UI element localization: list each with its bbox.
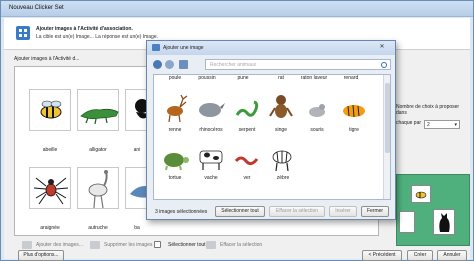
cell-label: ver [243, 175, 251, 181]
scrollbar[interactable] [383, 75, 390, 199]
snake-image[interactable] [234, 97, 260, 121]
header-subtitle: La cible est un(e) Image... La réponse e… [36, 34, 159, 40]
search-placeholder: Rechercher animaux [210, 62, 257, 68]
zebra-image[interactable] [268, 143, 298, 173]
dialog-image-grid: poule poussin pune rat raton laveur rena… [153, 74, 391, 200]
more-options-button[interactable]: Plus d'options... [18, 250, 64, 261]
tile-label: ba [134, 225, 140, 231]
cell-label: raton laveur [300, 75, 328, 81]
cancel-button[interactable]: Annuler [437, 250, 467, 261]
preview-card-bee [411, 185, 431, 203]
turtle-image[interactable] [160, 147, 190, 173]
add-images-label: Ajouter images à l'Activité d... [14, 56, 80, 62]
preview-card-cat [433, 209, 455, 235]
dialog-select-all-button[interactable]: Sélectionner tout [215, 206, 265, 217]
chevron-down-icon: ▾ [454, 122, 457, 128]
cell-label: singe [275, 127, 287, 133]
dialog-title: Ajouter une image [163, 45, 204, 51]
choices-select[interactable]: 2 ▾ [424, 120, 460, 129]
choices-label: Nombre de choix à proposer dans [396, 104, 460, 116]
previous-button[interactable]: < Précédent [362, 250, 402, 261]
dialog-titlebar[interactable]: Ajouter une image ✕ [147, 41, 395, 55]
search-input[interactable]: Rechercher animaux [205, 59, 391, 70]
cell-label: zèbre [276, 175, 290, 181]
cell-label: pune [237, 75, 249, 81]
dialog-footer: 3 images sélectionnées Sélectionner tout… [153, 206, 391, 218]
create-button[interactable]: Créer [407, 250, 433, 261]
close-button[interactable]: Fermer [361, 206, 389, 217]
cell-label: tigre [349, 127, 359, 133]
mouse-image[interactable] [305, 99, 331, 121]
add-image-dialog: Ajouter une image ✕ Rechercher animaux p… [146, 40, 396, 220]
cell-label: renne [168, 127, 182, 133]
dialog-clear-button[interactable]: Effacer la sélection [269, 206, 325, 217]
clicker-set-icon [16, 26, 30, 40]
monkey-image[interactable] [267, 92, 295, 124]
tiger-image[interactable] [340, 99, 370, 121]
back-icon[interactable] [153, 60, 162, 69]
main-titlebar[interactable]: Nouveau Clicker Set [1, 1, 473, 17]
dialog-nav: Rechercher animaux [153, 59, 391, 71]
cell-label: souris [310, 127, 324, 133]
add-images-button[interactable]: Ajouter des images... [22, 240, 83, 250]
remove-images-button[interactable]: Supprimer les images [90, 240, 152, 250]
dialog-app-icon [152, 44, 160, 51]
image-toolbar: Ajouter des images... Supprimer les imag… [14, 240, 379, 252]
choices-select-value: 2 [427, 122, 430, 128]
search-icon[interactable] [381, 62, 387, 68]
worm-image[interactable] [234, 153, 260, 167]
header-title: Ajouter images à l'Activité d'associatio… [36, 26, 133, 32]
cow-image[interactable] [196, 143, 228, 173]
clear-selection-label: Effacer la sélection [220, 242, 263, 248]
ostrich-image [88, 170, 108, 209]
choices-sub-label: chaque par [396, 120, 422, 126]
remove-images-label: Supprimer les images [104, 242, 153, 248]
checkbox-icon [154, 241, 161, 248]
tile-araignee[interactable] [29, 167, 71, 209]
tile-abeille[interactable] [29, 89, 71, 131]
bee-icon [415, 191, 427, 199]
cell-label: tortue [168, 175, 182, 181]
alligator-image [80, 108, 119, 125]
clear-selection-button[interactable]: Effacer la sélection [206, 240, 262, 250]
window-title: Nouveau Clicker Set [9, 5, 64, 11]
spider-image [33, 177, 69, 205]
folder-icon[interactable] [179, 60, 188, 69]
preview-area [396, 174, 470, 246]
close-icon[interactable]: ✕ [373, 43, 391, 52]
rhinoceros-image[interactable] [196, 97, 226, 121]
cat-icon [439, 213, 450, 232]
cell-label: vache [204, 175, 218, 181]
add-images-label: Ajouter des images... [36, 242, 83, 248]
selection-count: 3 images sélectionnées [155, 209, 208, 215]
cell-label: rhinocéros [199, 127, 223, 133]
tile-alligator[interactable] [77, 89, 119, 131]
select-all-button[interactable]: Sélectionner tout [154, 240, 206, 250]
clear-selection-icon [206, 241, 216, 249]
add-image-icon [22, 241, 32, 249]
right-panel: Nombre de choix à proposer dans chaque p… [392, 56, 470, 246]
tile-autruche[interactable] [77, 167, 119, 209]
remove-image-icon [90, 241, 100, 249]
scrollbar-thumb[interactable] [385, 83, 390, 153]
cell-label: renard [343, 75, 359, 81]
reindeer-image[interactable] [160, 93, 190, 123]
insert-button[interactable]: Insérer [329, 206, 357, 217]
bee-image [40, 100, 62, 119]
cell-label: poussin [198, 75, 216, 81]
forward-icon[interactable] [165, 60, 174, 69]
preview-card-left [399, 211, 415, 233]
select-all-label: Sélectionner tout [168, 242, 206, 248]
